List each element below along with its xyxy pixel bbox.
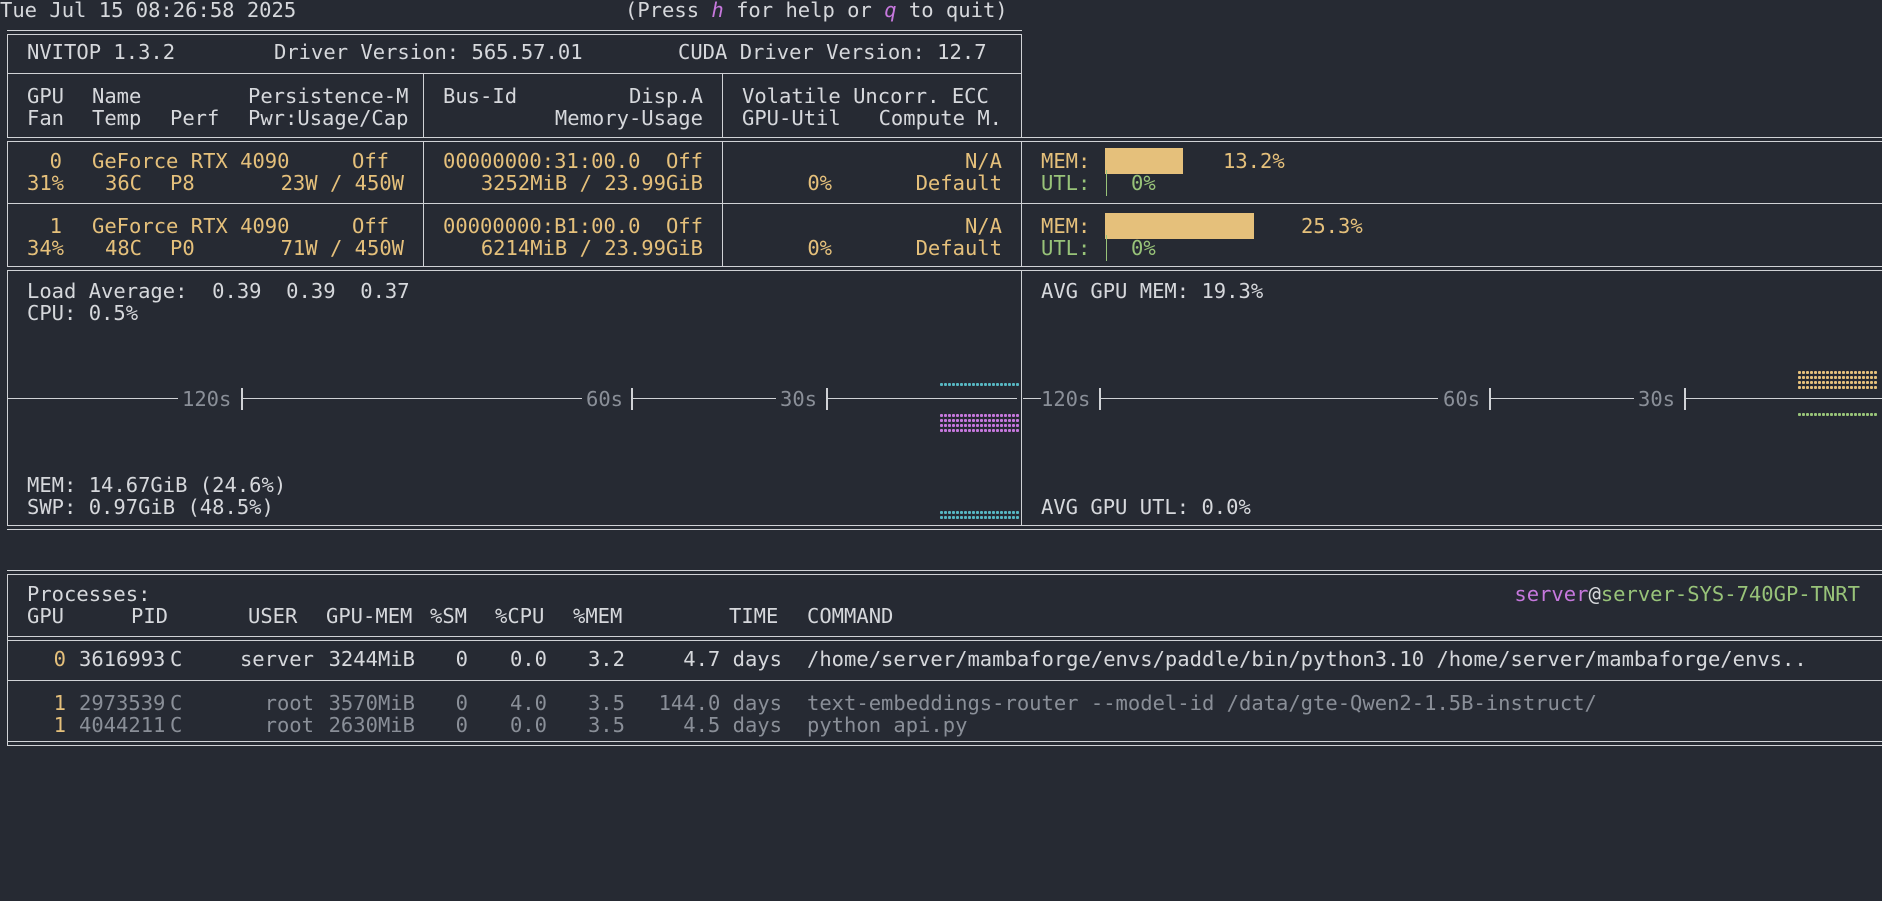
col-compute: Compute M. bbox=[878, 106, 1002, 130]
process-gpu-mem: 3244MiB bbox=[328, 647, 415, 671]
cuda-version: CUDA Driver Version: 12.7 bbox=[678, 40, 987, 64]
help-key: h bbox=[711, 0, 724, 22]
datetime: Tue Jul 15 08:26:58 2025 bbox=[0, 0, 297, 22]
process-gpu: 1 bbox=[53, 713, 66, 737]
gpu-power: 71W / 450W bbox=[280, 236, 404, 260]
process-mem: 3.5 bbox=[587, 713, 625, 737]
driver-version: Driver Version: 565.57.01 bbox=[274, 40, 583, 64]
col-pid: PID bbox=[131, 604, 169, 628]
col-sm: %SM bbox=[430, 604, 468, 628]
gpu-temp: 48C bbox=[105, 236, 143, 260]
time-label-60s: 60s bbox=[1443, 387, 1481, 411]
gpu-memory: 6214MiB / 23.99GiB bbox=[480, 236, 703, 260]
gpu-utl-bar bbox=[1106, 170, 1107, 196]
gpu-perf: P8 bbox=[170, 171, 195, 195]
process-time: 4.5 days bbox=[683, 713, 782, 737]
process-time: 4.7 days bbox=[683, 647, 782, 671]
gpu-utl-label: UTL: bbox=[1041, 236, 1091, 260]
col-temp: Temp bbox=[92, 106, 142, 130]
time-label-30s: 30s bbox=[780, 387, 818, 411]
col-pwr: Pwr:Usage/Cap bbox=[248, 106, 409, 130]
gpu-perf: P0 bbox=[170, 236, 195, 260]
process-user: server bbox=[1514, 582, 1589, 606]
nvitop-version: NVITOP 1.3.2 bbox=[27, 40, 176, 64]
process-user: root bbox=[264, 713, 314, 737]
process-gpu-mem: 2630MiB bbox=[328, 713, 415, 737]
time-label-60s: 60s bbox=[586, 387, 624, 411]
help-hint: (Press h for help or q to quit) bbox=[625, 0, 1008, 22]
col-memusage: Memory-Usage bbox=[554, 106, 703, 130]
avg-gpu-utl: AVG GPU UTL: 0.0% bbox=[1041, 495, 1251, 519]
process-cpu: 0.0 bbox=[509, 713, 547, 737]
process-cpu: 0.0 bbox=[509, 647, 547, 671]
cpu-percent: CPU: 0.5% bbox=[27, 301, 139, 325]
col-user: USER bbox=[248, 604, 298, 628]
col-time: TIME bbox=[729, 604, 779, 628]
process-user: server bbox=[239, 647, 314, 671]
gpu-memory: 3252MiB / 23.99GiB bbox=[480, 171, 703, 195]
gpu-mem-bar bbox=[1105, 213, 1254, 239]
gpu-compute-mode: Default bbox=[915, 236, 1002, 260]
process-command: python api.py bbox=[807, 713, 968, 737]
gpu-utl-percent: 0% bbox=[1131, 171, 1156, 195]
host-swap: SWP: 0.97GiB (48.5%) bbox=[27, 495, 274, 519]
process-pid: 4044211 bbox=[79, 713, 166, 737]
gpu-utl-label: UTL: bbox=[1041, 171, 1091, 195]
gpu-fan: 31% bbox=[27, 171, 65, 195]
gpu-mem-percent: 25.3% bbox=[1301, 214, 1363, 238]
col-fan: Fan bbox=[27, 106, 65, 130]
quit-key: q bbox=[884, 0, 897, 22]
process-sm: 0 bbox=[455, 647, 468, 671]
process-sm: 0 bbox=[455, 713, 468, 737]
avg-gpu-mem: AVG GPU MEM: 19.3% bbox=[1041, 279, 1264, 303]
process-pid: 3616993 bbox=[79, 647, 166, 671]
col-gpu-mem: GPU-MEM bbox=[326, 604, 413, 628]
time-label-120s: 120s bbox=[1041, 387, 1091, 411]
process-command: /home/server/mambaforge/envs/paddle/bin/… bbox=[807, 647, 1807, 671]
user-host: server@server-SYS-740GP-TNRT bbox=[1514, 582, 1860, 606]
col-perf: Perf bbox=[170, 106, 220, 130]
process-gpu: 0 bbox=[53, 647, 66, 671]
gpu-temp: 36C bbox=[105, 171, 143, 195]
gpu-utl-bar bbox=[1106, 235, 1107, 261]
hostname: server-SYS-740GP-TNRT bbox=[1600, 582, 1860, 606]
time-label-30s: 30s bbox=[1638, 387, 1676, 411]
col-gpu: GPU bbox=[27, 604, 65, 628]
process-type: C bbox=[170, 713, 183, 737]
process-mem: 3.2 bbox=[587, 647, 625, 671]
col-cpu: %CPU bbox=[495, 604, 545, 628]
gpu-fan: 34% bbox=[27, 236, 65, 260]
gpu-utl-percent: 0% bbox=[1131, 236, 1156, 260]
col-command: COMMAND bbox=[807, 604, 894, 628]
gpu-power: 23W / 450W bbox=[280, 171, 404, 195]
col-mem: %MEM bbox=[573, 604, 623, 628]
gpu-compute-mode: Default bbox=[915, 171, 1002, 195]
process-type: C bbox=[170, 647, 183, 671]
gpu-mem-percent: 13.2% bbox=[1223, 149, 1285, 173]
time-label-120s: 120s bbox=[182, 387, 232, 411]
